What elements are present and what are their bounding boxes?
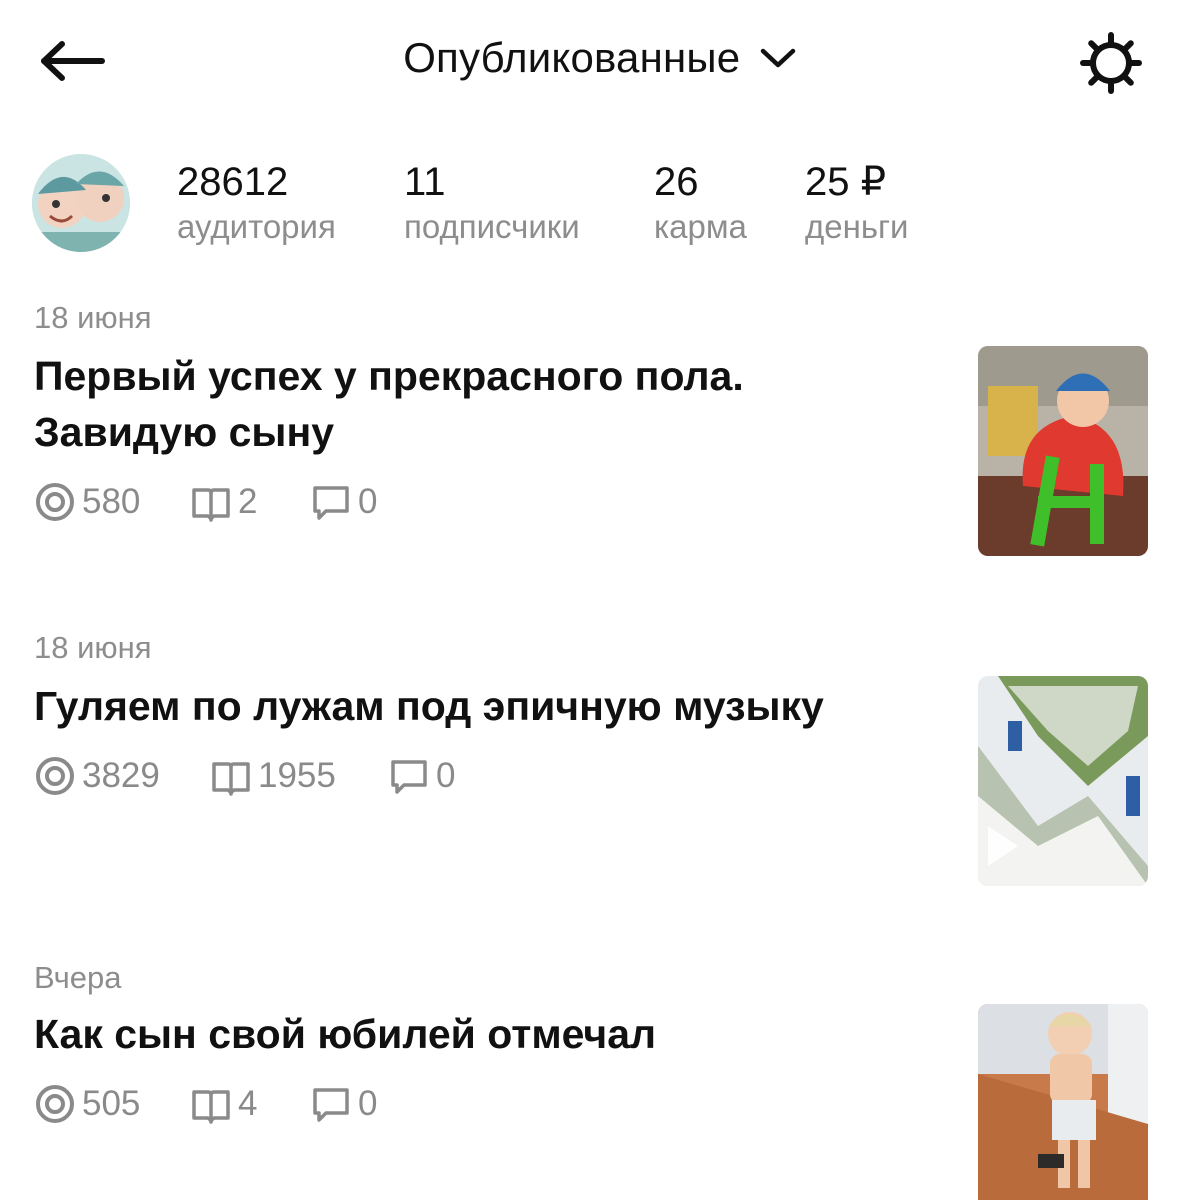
post-date: 18 июня <box>34 300 152 335</box>
chevron-down-icon <box>760 48 796 68</box>
views-count: 505 <box>82 1084 141 1123</box>
eye-icon <box>36 757 74 795</box>
post-title[interactable]: Как сын свой юбилей отмечал <box>34 1006 914 1062</box>
book-icon <box>192 1090 230 1124</box>
post-card[interactable]: Вчера Как сын свой юбилей отмечал 505 4 … <box>0 960 1200 1200</box>
stat-value: 26 <box>654 160 699 204</box>
stat-value: 28612 <box>177 160 289 204</box>
post-metrics: 505 4 0 <box>34 1082 454 1126</box>
profile-summary: 28612 аудитория 11 подписчики 26 карма 2… <box>0 150 1200 260</box>
reads-metric: 4 <box>190 1082 257 1126</box>
post-metrics: 3829 1955 0 <box>34 754 534 798</box>
gear-icon <box>1080 32 1142 94</box>
post-title[interactable]: Гуляем по лужам под эпичную музыку <box>34 678 954 734</box>
stat-money: 25 ₽ деньги <box>805 160 909 250</box>
top-bar: Опубликованные <box>0 0 1200 120</box>
comment-icon <box>391 760 427 794</box>
post-metrics: 580 2 0 <box>34 480 454 524</box>
reads-count: 2 <box>238 482 258 521</box>
page-title: Опубликованные <box>403 34 741 81</box>
reads-metric: 1955 <box>210 754 336 798</box>
views-count: 3829 <box>82 756 160 795</box>
stat-karma: 26 карма <box>654 160 747 250</box>
comments-count: 0 <box>358 482 378 521</box>
post-date: Вчера <box>34 960 122 995</box>
post-card[interactable]: 18 июня Первый успех у прекрасного пола.… <box>0 300 1200 570</box>
comments-count: 0 <box>436 756 456 795</box>
stat-subscribers: 11 подписчики <box>404 160 580 250</box>
stat-label: деньги <box>805 208 909 245</box>
reads-count: 4 <box>238 1084 258 1123</box>
reads-count: 1955 <box>258 756 336 795</box>
post-thumbnail[interactable] <box>978 676 1148 886</box>
views-metric: 3829 <box>34 754 160 798</box>
post-thumbnail[interactable] <box>978 346 1148 556</box>
book-icon <box>212 762 250 796</box>
stat-value: 11 <box>404 160 446 204</box>
section-dropdown[interactable]: Опубликованные <box>0 34 1200 82</box>
stat-audience: 28612 аудитория <box>177 160 336 250</box>
comment-icon <box>313 1088 349 1122</box>
stat-label: подписчики <box>404 208 580 245</box>
stat-label: карма <box>654 208 747 245</box>
eye-icon <box>36 1085 74 1123</box>
views-count: 580 <box>82 482 141 521</box>
comments-metric: 0 <box>388 754 455 798</box>
eye-icon <box>36 483 74 521</box>
avatar[interactable] <box>32 154 130 252</box>
comments-metric: 0 <box>310 1082 377 1126</box>
views-metric: 580 <box>34 480 140 524</box>
comment-icon <box>313 486 349 520</box>
post-date: 18 июня <box>34 630 152 665</box>
settings-button[interactable] <box>1078 30 1144 96</box>
stat-label: аудитория <box>177 208 336 245</box>
book-icon <box>192 488 230 522</box>
comments-metric: 0 <box>310 480 377 524</box>
post-thumbnail[interactable] <box>978 1004 1148 1200</box>
stat-value: 25 ₽ <box>805 160 887 204</box>
views-metric: 505 <box>34 1082 140 1126</box>
post-card[interactable]: 18 июня Гуляем по лужам под эпичную музы… <box>0 630 1200 900</box>
post-title[interactable]: Первый успех у прекрасного пола. Завидую… <box>34 348 914 460</box>
reads-metric: 2 <box>190 480 257 524</box>
comments-count: 0 <box>358 1084 378 1123</box>
